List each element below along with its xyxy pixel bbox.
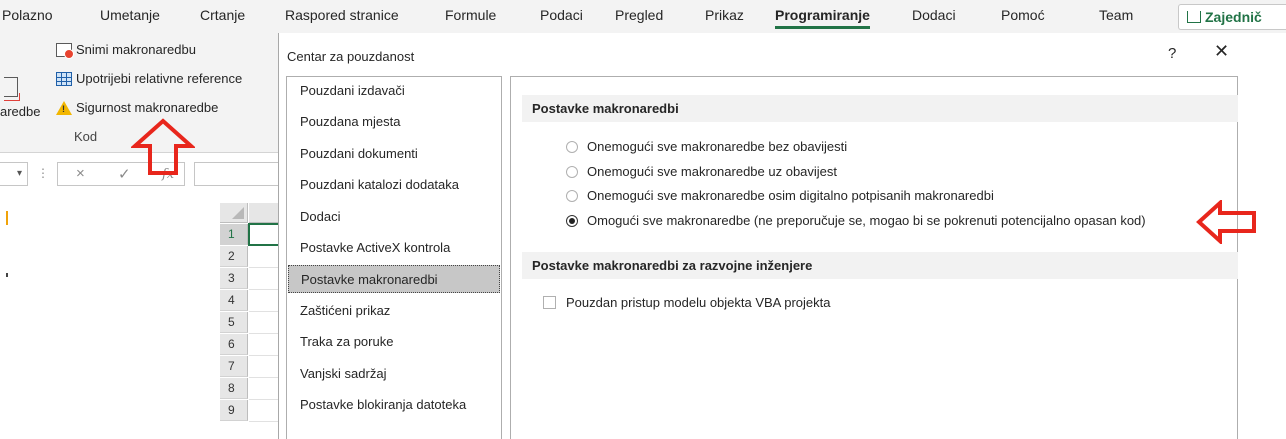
row-header[interactable]: 9 — [220, 400, 248, 421]
dialog-edge — [1264, 76, 1286, 439]
tab-podaci[interactable]: Podaci — [540, 7, 583, 23]
radio-enable-all-macros[interactable]: Omogući sve makronaredbe (ne preporučuje… — [566, 213, 1146, 228]
row-header[interactable]: 8 — [220, 378, 248, 399]
nav-item-message-bar[interactable]: Traka za poruke — [288, 328, 500, 356]
tab-pregled[interactable]: Pregled — [615, 7, 663, 23]
checkbox-label: Pouzdan pristup modelu objekta VBA proje… — [566, 295, 831, 310]
nav-item-activex-settings[interactable]: Postavke ActiveX kontrola — [288, 234, 500, 262]
chevron-down-icon[interactable]: ▾ — [17, 168, 22, 179]
macro-settings-panel: Postavke makronaredbi Onemogući sve makr… — [510, 76, 1238, 439]
share-icon — [1187, 11, 1201, 23]
group-label-kod: Kod — [74, 129, 98, 144]
formula-input[interactable] — [194, 162, 285, 186]
row-header[interactable]: 2 — [220, 246, 248, 267]
nav-item-macro-settings[interactable]: Postavke makronaredbi — [288, 265, 500, 293]
macros-button-label[interactable]: aredbe — [0, 104, 40, 119]
row-header[interactable]: 4 — [220, 290, 248, 311]
row-header[interactable]: 5 — [220, 312, 248, 333]
macros-icon — [4, 93, 20, 101]
select-all-button[interactable] — [220, 203, 248, 223]
macro-security-button[interactable]: ! Sigurnost makronaredbe — [56, 100, 218, 115]
name-box[interactable]: ▾ — [0, 162, 28, 186]
warning-icon: ! — [56, 100, 72, 115]
record-macro-button[interactable]: Snimi makronaredbu — [56, 42, 196, 59]
nav-item-external-content[interactable]: Vanjski sadržaj — [288, 360, 500, 388]
radio-button[interactable] — [566, 165, 578, 178]
close-icon[interactable]: ✕ — [1214, 41, 1229, 62]
tab-pomoc[interactable]: Pomoć — [1001, 7, 1045, 23]
tab-formule[interactable]: Formule — [445, 7, 496, 23]
dark-marker — [6, 273, 8, 277]
tab-dodaci[interactable]: Dodaci — [912, 7, 956, 23]
tab-team[interactable]: Team — [1099, 7, 1133, 23]
nav-item-trusted-publishers[interactable]: Pouzdani izdavači — [288, 77, 500, 105]
relative-references-button[interactable]: Upotrijebi relativne reference — [56, 71, 242, 86]
macro-security-label: Sigurnost makronaredbe — [76, 100, 219, 115]
help-icon[interactable]: ? — [1168, 45, 1176, 62]
record-macro-label: Snimi makronaredbu — [76, 42, 196, 57]
radio-label: Omogući sve makronaredbe (ne preporučuje… — [587, 213, 1146, 228]
tab-crtanje[interactable]: Crtanje — [200, 7, 245, 23]
row-header[interactable]: 6 — [220, 334, 248, 355]
trust-center-nav: Pouzdani izdavači Pouzdana mjesta Pouzda… — [286, 76, 502, 439]
enter-icon[interactable]: ✓ — [118, 165, 131, 183]
record-macro-icon — [56, 42, 74, 59]
up-arrow-annotation — [131, 118, 195, 175]
radio-disable-no-notification[interactable]: Onemogući sve makronaredbe bez obavijest… — [566, 139, 847, 154]
developer-macro-settings-header: Postavke makronaredbi za razvojne inženj… — [522, 252, 1238, 279]
radio-label: Onemogući sve makronaredbe osim digitaln… — [587, 188, 994, 203]
row-header[interactable]: 3 — [220, 268, 248, 289]
share-button[interactable]: Zajednič — [1178, 4, 1286, 30]
checkbox[interactable] — [543, 296, 556, 309]
nav-item-file-block-settings[interactable]: Postavke blokiranja datoteka — [288, 391, 500, 419]
tab-umetanje[interactable]: Umetanje — [100, 7, 160, 23]
tab-raspored-stranice[interactable]: Raspored stranice — [285, 7, 399, 23]
nav-item-trusted-addin-catalogs[interactable]: Pouzdani katalozi dodataka — [288, 171, 500, 199]
ribbon-tab-bar: Polazno Umetanje Crtanje Raspored strani… — [0, 0, 1286, 33]
radio-disable-with-notification[interactable]: Onemogući sve makronaredbe uz obavijest — [566, 164, 837, 179]
radio-button[interactable] — [566, 189, 578, 202]
nav-item-trusted-locations[interactable]: Pouzdana mjesta — [288, 108, 500, 136]
tab-polazno[interactable]: Polazno — [2, 7, 53, 23]
dialog-title: Centar za pouzdanost — [287, 49, 415, 64]
share-label: Zajednič — [1205, 9, 1262, 25]
left-arrow-annotation — [1196, 200, 1256, 244]
cancel-icon[interactable]: × — [76, 165, 85, 182]
macro-settings-header: Postavke makronaredbi — [522, 95, 1238, 122]
radio-button-selected[interactable] — [566, 214, 578, 227]
tab-prikaz[interactable]: Prikaz — [705, 7, 744, 23]
formula-bar-grip[interactable]: ⋮ — [37, 166, 49, 180]
radio-button[interactable] — [566, 140, 578, 153]
row-header[interactable]: 1 — [220, 224, 248, 245]
radio-label: Onemogući sve makronaredbe uz obavijest — [587, 164, 838, 179]
worksheet-grid: 123456789 — [0, 193, 285, 439]
orange-marker — [6, 211, 8, 225]
row-header[interactable]: 7 — [220, 356, 248, 377]
table-grid-icon — [56, 71, 72, 86]
tab-programiranje[interactable]: Programiranje — [775, 7, 870, 29]
radio-label: Onemogući sve makronaredbe bez obavijest… — [587, 139, 848, 154]
nav-item-protected-view[interactable]: Zaštićeni prikaz — [288, 297, 500, 325]
nav-item-trusted-documents[interactable]: Pouzdani dokumenti — [288, 140, 500, 168]
nav-item-addins[interactable]: Dodaci — [288, 203, 500, 231]
vba-object-model-access-checkbox[interactable]: Pouzdan pristup modelu objekta VBA proje… — [543, 295, 831, 310]
radio-disable-except-signed[interactable]: Onemogući sve makronaredbe osim digitaln… — [566, 188, 994, 203]
relative-references-label: Upotrijebi relativne reference — [76, 71, 243, 86]
trust-center-dialog: Centar za pouzdanost ? ✕ Pouzdani izdava… — [278, 33, 1286, 439]
